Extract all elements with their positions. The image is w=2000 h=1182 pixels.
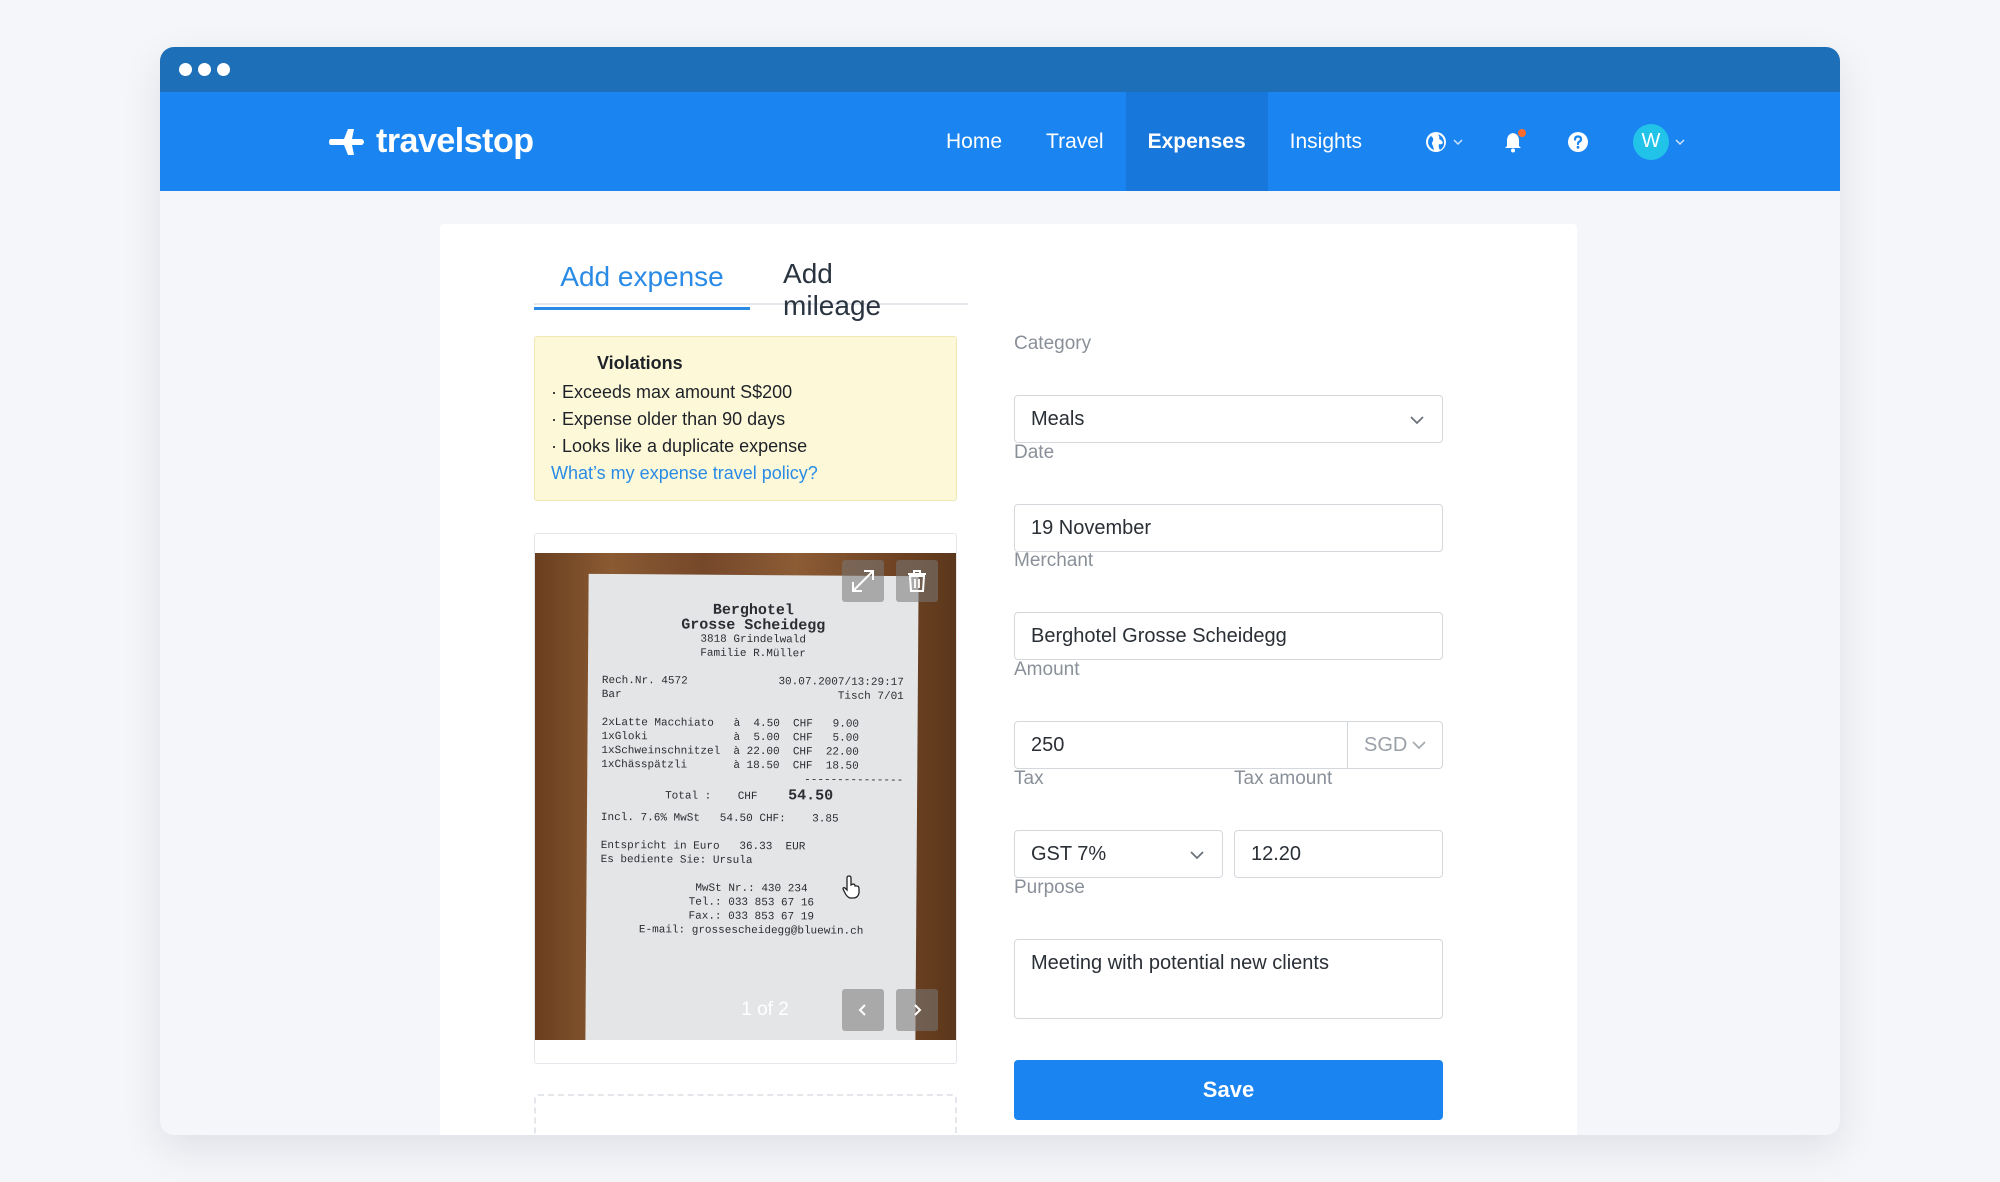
top-navbar: travelstop Home Travel Expenses Insights xyxy=(160,92,1840,191)
merchant-label: Merchant xyxy=(1014,550,1094,571)
category-value: Meals xyxy=(1031,407,1085,430)
receipt-text: 30.07.2007/13:29:17 xyxy=(778,676,904,690)
chevron-down-icon xyxy=(1675,138,1685,145)
tax-label: Tax xyxy=(1014,768,1044,789)
window-dot[interactable] xyxy=(198,63,211,76)
brand-name: travelstop xyxy=(376,122,534,160)
nav-insights[interactable]: Insights xyxy=(1268,92,1384,191)
receipt-paper: Berghotel Grosse Scheidegg 3818 Grindelw… xyxy=(585,573,919,1040)
window-dot[interactable] xyxy=(179,63,192,76)
expand-button[interactable] xyxy=(842,560,884,602)
nav-home[interactable]: Home xyxy=(924,92,1024,191)
chevron-right-icon xyxy=(914,1004,922,1016)
chevron-down-icon xyxy=(1412,741,1426,750)
date-label: Date xyxy=(1014,442,1055,463)
notification-badge xyxy=(1518,128,1526,137)
amount-field[interactable]: 250 SGD xyxy=(1014,721,1443,769)
receipt-text: Es bediente Sie: Ursula xyxy=(600,853,753,868)
date-value: 19 November xyxy=(1031,516,1152,539)
tab-add-mileage[interactable]: Add mileage xyxy=(750,258,968,321)
window-titlebar xyxy=(160,47,1840,92)
violations-title: Violations xyxy=(597,353,683,373)
violation-item: · Expense older than 90 days xyxy=(551,409,786,429)
amount-value: 250 xyxy=(1031,733,1065,756)
tax-select[interactable]: GST 7% xyxy=(1014,830,1223,878)
expand-icon xyxy=(852,570,874,592)
nav-expenses[interactable]: Expenses xyxy=(1125,92,1268,191)
currency-select[interactable]: SGD xyxy=(1347,722,1442,768)
nav-travel[interactable]: Travel xyxy=(1024,92,1126,191)
receipt-text: --------------- xyxy=(804,774,904,788)
window-controls xyxy=(179,63,230,76)
tax-amount-field[interactable]: 12.20 xyxy=(1234,830,1443,878)
violation-item: · Looks like a duplicate expense xyxy=(551,436,808,456)
violations-panel: Violations · Exceeds max amount S$200 · … xyxy=(534,336,957,501)
merchant-value: Berghotel Grosse Scheidegg xyxy=(1031,624,1287,647)
receipt-upload-dropzone[interactable] xyxy=(534,1094,957,1135)
currency-value: SGD xyxy=(1364,733,1408,756)
next-receipt-button[interactable] xyxy=(896,989,938,1031)
date-field[interactable]: 19 November xyxy=(1014,504,1443,552)
plane-logo-icon xyxy=(329,128,364,155)
help-icon xyxy=(1568,131,1588,152)
nav-actions: W xyxy=(1425,92,1725,191)
tab-add-expense[interactable]: Add expense xyxy=(534,261,751,310)
globe-icon xyxy=(1426,131,1446,152)
receipt-text: E-mail: grossescheidegg@bluewin.ch xyxy=(638,924,864,938)
user-menu[interactable]: W xyxy=(1633,123,1685,160)
delete-button[interactable] xyxy=(896,560,938,602)
tax-value: GST 7% xyxy=(1031,842,1107,865)
amount-label: Amount xyxy=(1014,659,1080,680)
merchant-field[interactable]: Berghotel Grosse Scheidegg xyxy=(1014,612,1443,660)
avatar: W xyxy=(1633,123,1669,160)
main-nav: Home Travel Expenses Insights xyxy=(924,92,1384,191)
expense-tabs: Add expense Add mileage xyxy=(534,258,968,321)
prev-receipt-button[interactable] xyxy=(842,989,884,1031)
language-menu[interactable] xyxy=(1425,131,1463,153)
window-dot[interactable] xyxy=(217,63,230,76)
chevron-down-icon xyxy=(1410,416,1424,425)
chevron-left-icon xyxy=(858,1004,866,1016)
notifications-button[interactable] xyxy=(1503,128,1526,153)
tax-amount-value: 12.20 xyxy=(1251,842,1302,865)
brand-logo[interactable]: travelstop xyxy=(328,92,534,191)
receipt-text: Bar xyxy=(601,688,622,702)
policy-link[interactable]: What’s my expense travel policy? xyxy=(551,460,940,487)
help-button[interactable] xyxy=(1567,131,1589,153)
category-label: Category xyxy=(1014,333,1092,354)
receipt-total: 54.50 xyxy=(788,787,834,805)
receipt-row: Rech.Nr. 4572 30.07.2007/13:29:17 xyxy=(602,674,904,690)
category-select[interactable]: Meals xyxy=(1014,395,1443,443)
trash-icon xyxy=(908,570,926,592)
purpose-value: Meeting with potential new clients xyxy=(1031,952,1329,974)
purpose-textarea[interactable]: Meeting with potential new clients xyxy=(1014,939,1443,1019)
receipt-text: Total : CHF xyxy=(665,790,758,804)
violation-item: · Exceeds max amount S$200 xyxy=(551,382,793,402)
chevron-down-icon xyxy=(1190,851,1204,860)
expense-card: Add expense Add mileage Violations · Exc… xyxy=(440,224,1577,1135)
receipt-text: Tisch 7/01 xyxy=(837,690,904,704)
receipt-image[interactable]: Berghotel Grosse Scheidegg 3818 Grindelw… xyxy=(535,553,956,1040)
receipt-text: 1xChässpätzli à 18.50 CHF 18.50 xyxy=(601,758,859,773)
save-button[interactable]: Save xyxy=(1014,1060,1443,1120)
chevron-down-icon xyxy=(1453,138,1463,145)
receipt-pager: 1 of 2 xyxy=(741,999,789,1020)
tax-amount-label: Tax amount xyxy=(1234,768,1333,789)
receipt-text: Incl. 7.6% MwSt 54.50 CHF: 3.85 xyxy=(600,811,839,826)
cursor-hand-icon xyxy=(842,875,860,899)
receipt-text: Rech.Nr. 4572 xyxy=(601,674,688,688)
purpose-label: Purpose xyxy=(1014,877,1085,898)
browser-window: travelstop Home Travel Expenses Insights xyxy=(160,47,1840,1135)
